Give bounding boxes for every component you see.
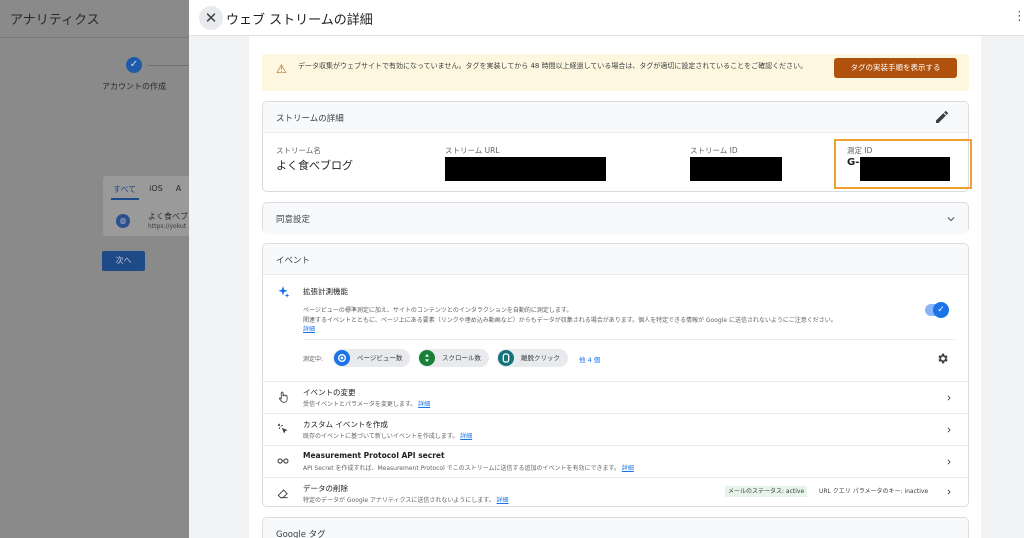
create-custom-event-desc: 既存のイベントに基づいて新しいイベントを作成します。 詳細 xyxy=(303,433,473,440)
chevron-right-icon[interactable] xyxy=(944,425,954,435)
warning-banner: ⚠ データ収集がウェブサイトで有効になっていません。タグを実装してから 48 時… xyxy=(262,54,969,91)
key-icon xyxy=(277,458,289,464)
stream-details-header: ストリームの詳細 xyxy=(263,102,968,133)
data-redaction-desc: 特定のデータが Google アナリティクスに送信されないようにします。 詳細 xyxy=(303,497,509,504)
warning-text: データ収集がウェブサイトで有効になっていません。タグを実装してから 48 時間以… xyxy=(298,62,808,70)
stream-name-label: ストリーム名 xyxy=(276,146,321,155)
measurement-protocol-title[interactable]: Measurement Protocol API secret xyxy=(303,451,445,460)
stream-url: https://yokut xyxy=(148,223,187,230)
consent-settings-title: 同意設定 xyxy=(276,215,311,225)
stream-id-redacted xyxy=(690,157,782,181)
next-button[interactable]: 次へ xyxy=(102,251,145,271)
data-redaction-link[interactable]: 詳細 xyxy=(497,497,509,504)
google-tag-header: Google タグ xyxy=(263,518,968,538)
scroll-icon xyxy=(419,350,435,366)
magic-cursor-icon xyxy=(277,423,288,434)
show-tag-instructions-button[interactable]: タグの実装手順を表示する xyxy=(834,58,957,78)
close-button[interactable]: ✕ xyxy=(199,6,223,30)
chip-scrolls: スクロール数 xyxy=(418,349,489,367)
enhanced-measurement-desc-1: ページビューの標準測定に加え、サイトのコンテンツとのインタラクションを自動的に測… xyxy=(303,307,573,314)
platform-tabs: すべて iOS A xyxy=(113,184,181,195)
app-title: アナリティクス xyxy=(10,13,100,28)
google-tag-card: Google タグ xyxy=(262,517,969,538)
chevron-down-icon[interactable] xyxy=(944,212,958,226)
enhanced-measurement-toggle[interactable]: ✓ xyxy=(925,302,949,318)
measurement-protocol-link[interactable]: 詳細 xyxy=(622,465,634,472)
google-tag-title: Google タグ xyxy=(276,530,326,538)
modify-events-link[interactable]: 詳細 xyxy=(418,401,430,408)
drawer-title: ウェブ ストリームの詳細 xyxy=(226,13,373,28)
modify-events-title[interactable]: イベントの変更 xyxy=(303,387,356,398)
measurement-id-label: 測定 ID xyxy=(847,146,873,155)
modify-events-desc: 受信イベントとパラメータを変更します。 詳細 xyxy=(303,401,431,408)
stream-details-card: ストリームの詳細 ストリーム名 よく食べブログ ストリーム URL ストリーム … xyxy=(262,101,972,192)
create-custom-event-link[interactable]: 詳細 xyxy=(460,433,472,440)
divider xyxy=(263,381,968,382)
divider xyxy=(263,413,968,414)
divider xyxy=(263,445,968,446)
chevron-right-icon[interactable] xyxy=(944,393,954,403)
eye-icon xyxy=(334,350,350,366)
divider xyxy=(303,339,955,340)
chip-page-views: ページビュー数 xyxy=(333,349,411,367)
stream-url-redacted xyxy=(445,157,606,181)
enhanced-measurement-desc-2: 関連するイベントとともに、ページ上にある要素（リンクや埋め込み動画など）からもデ… xyxy=(303,317,837,324)
step-connector xyxy=(148,65,190,66)
drawer-header: ✕ ウェブ ストリームの詳細 ⋮ xyxy=(189,0,1024,36)
email-status-badge: メールのステータス: active xyxy=(725,486,808,497)
chevron-right-icon[interactable] xyxy=(944,457,954,467)
web-stream-details-drawer: ✕ ウェブ ストリームの詳細 ⋮ ⚠ データ収集がウェブサイトで有効になっていま… xyxy=(189,0,1024,538)
eraser-icon xyxy=(277,489,288,499)
stream-details-title: ストリームの詳細 xyxy=(276,114,344,124)
warning-icon: ⚠ xyxy=(276,62,287,76)
more-events-link[interactable]: 他 4 個 xyxy=(579,354,600,364)
url-query-status-badge: URL クエリ パラメータのキー: inactive xyxy=(819,488,929,495)
check-icon: ✓ xyxy=(933,302,949,318)
events-header: イベント xyxy=(263,244,968,275)
divider xyxy=(263,477,968,478)
events-title: イベント xyxy=(276,256,311,266)
consent-settings-header[interactable]: 同意設定 xyxy=(263,203,968,234)
create-custom-event-title[interactable]: カスタム イベントを作成 xyxy=(303,419,388,430)
enhanced-measurement-link[interactable]: 詳細 xyxy=(303,324,315,333)
measurement-id-prefix: G- xyxy=(847,157,860,168)
measurement-id-redacted xyxy=(860,157,950,181)
stream-name[interactable]: よく食べブ xyxy=(148,211,188,222)
stream-name-value: よく食べブログ xyxy=(276,159,353,172)
edit-icon[interactable] xyxy=(934,109,950,125)
more-options-icon[interactable]: ⋮ xyxy=(1013,9,1024,24)
step-label: アカウントの作成 xyxy=(102,82,166,91)
tab-all[interactable]: すべて xyxy=(113,184,136,195)
consent-settings-card[interactable]: 同意設定 xyxy=(262,202,969,234)
events-card: イベント 拡張計測機能 ページビューの標準測定に加え、サイトのコンテンツとのイン… xyxy=(262,243,969,507)
stream-url-label: ストリーム URL xyxy=(445,146,500,155)
gear-icon[interactable] xyxy=(936,352,949,365)
measurement-protocol-desc: API Secret を作成すれば、Measurement Protocol で… xyxy=(303,465,634,472)
tab-ios[interactable]: iOS xyxy=(149,184,163,195)
stream-id-label: ストリーム ID xyxy=(690,146,738,155)
tab-android[interactable]: A xyxy=(176,184,181,195)
enhanced-measurement-title: 拡張計測機能 xyxy=(303,287,348,296)
step-check-icon: ✓ xyxy=(126,57,142,73)
tab-indicator xyxy=(111,198,139,200)
measuring-label: 測定中: xyxy=(303,356,324,363)
chevron-right-icon[interactable] xyxy=(944,487,954,497)
hand-pointer-icon xyxy=(278,391,288,403)
chip-outbound-clicks: 離脱クリック xyxy=(497,349,568,367)
data-redaction-title[interactable]: データの削除 xyxy=(303,483,348,494)
globe-icon: ◍ xyxy=(116,214,130,228)
cursor-icon xyxy=(498,350,514,366)
sparkle-icon xyxy=(278,286,290,298)
